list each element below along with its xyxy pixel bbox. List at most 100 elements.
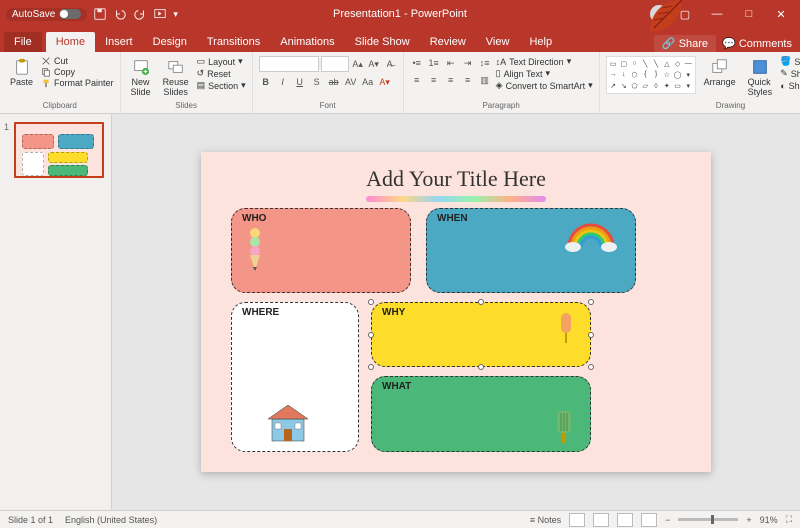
ribbon: Paste Cut Copy Format Painter Clipboard …	[0, 52, 800, 114]
shape-outline-button[interactable]: ✎ Shape Outline ▾	[780, 68, 800, 79]
tab-animations[interactable]: Animations	[270, 32, 344, 52]
card-what[interactable]: WHAT	[371, 376, 591, 452]
notes-button[interactable]: ≡ Notes	[530, 515, 561, 525]
qat-dropdown-icon[interactable]: ▾	[173, 9, 178, 20]
slide-sorter-view-button[interactable]	[593, 513, 609, 527]
tab-transitions[interactable]: Transitions	[197, 32, 270, 52]
zoom-in-button[interactable]: +	[746, 515, 751, 525]
bold-button[interactable]: B	[259, 75, 273, 89]
arrange-button[interactable]: Arrange	[700, 56, 740, 89]
format-painter-button[interactable]: Format Painter	[41, 78, 114, 88]
shapes-gallery[interactable]: ▭▢○╲╲△◇— →↓⬡{}☆◯▾ ↗↘⬠▱◊✦▭▾	[606, 56, 696, 94]
ribbon-tabs: File Home Insert Design Transitions Anim…	[0, 28, 800, 52]
zoom-slider[interactable]	[678, 518, 738, 521]
font-color-button[interactable]: A▾	[378, 75, 392, 89]
slide-canvas[interactable]: Add Your Title Here WHO WHEN	[112, 114, 800, 510]
shadow-button[interactable]: S	[310, 75, 324, 89]
undo-icon[interactable]	[113, 7, 127, 21]
slide-title[interactable]: Add Your Title Here	[201, 166, 711, 192]
shape-effects-button[interactable]: ◐ Shape Effects ▾	[780, 80, 800, 91]
tab-insert[interactable]: Insert	[95, 32, 143, 52]
change-case-button[interactable]: Aa	[361, 75, 375, 89]
strikethrough-button[interactable]: ab	[327, 75, 341, 89]
rainbow-icon	[563, 217, 619, 253]
title-underline-decoration	[366, 196, 546, 202]
card-when[interactable]: WHEN	[426, 208, 636, 293]
redo-icon[interactable]	[133, 7, 147, 21]
tab-slide-show[interactable]: Slide Show	[345, 32, 420, 52]
ribbon-group-drawing: ▭▢○╲╲△◇— →↓⬡{}☆◯▾ ↗↘⬠▱◊✦▭▾ Arrange Quick…	[600, 52, 800, 113]
workspace: 1 Add Your Title Here WHO WHEN	[0, 114, 800, 510]
convert-smartart-button[interactable]: ◈ Convert to SmartArt ▾	[496, 80, 593, 91]
popsicle-green-icon	[554, 409, 574, 445]
align-text-button[interactable]: ▯ Align Text ▾	[496, 68, 593, 79]
slideshow-icon[interactable]	[153, 7, 167, 21]
tab-review[interactable]: Review	[420, 32, 476, 52]
card-who-label: WHO	[242, 213, 266, 224]
cut-button[interactable]: Cut	[41, 56, 114, 66]
language-indicator[interactable]: English (United States)	[65, 515, 157, 525]
increase-font-icon[interactable]: A▴	[351, 57, 365, 71]
align-center-button[interactable]: ≡	[427, 73, 441, 87]
share-button[interactable]: 🔗 Share	[654, 35, 716, 52]
card-why[interactable]: WHY	[371, 302, 591, 367]
close-button[interactable]: ✕	[766, 0, 796, 28]
new-slide-button[interactable]: New Slide	[127, 56, 155, 99]
align-left-button[interactable]: ≡	[410, 73, 424, 87]
autosave-toggle[interactable]: AutoSave	[6, 8, 87, 21]
title-bar: AutoSave ▾ Presentation1 - PowerPoint A …	[0, 0, 800, 28]
comments-button[interactable]: 💬 Comments	[722, 37, 792, 50]
increase-indent-button[interactable]: ⇥	[461, 56, 475, 70]
section-button[interactable]: ▤ Section ▾	[197, 80, 246, 91]
clear-formatting-icon[interactable]: A̶	[383, 57, 397, 71]
italic-button[interactable]: I	[276, 75, 290, 89]
maximize-button[interactable]: □	[734, 0, 764, 28]
house-icon	[264, 403, 312, 443]
card-where[interactable]: WHERE	[231, 302, 359, 452]
user-avatar[interactable]: A	[650, 5, 668, 23]
align-right-button[interactable]: ≡	[444, 73, 458, 87]
char-spacing-button[interactable]: AV	[344, 75, 358, 89]
justify-button[interactable]: ≡	[461, 73, 475, 87]
tab-view[interactable]: View	[476, 32, 520, 52]
layout-button[interactable]: ▭ Layout ▾	[197, 56, 246, 67]
tab-help[interactable]: Help	[519, 32, 562, 52]
columns-button[interactable]: ▥	[478, 73, 492, 87]
group-label-paragraph: Paragraph	[410, 101, 593, 111]
slideshow-view-button[interactable]	[641, 513, 657, 527]
tab-home[interactable]: Home	[46, 32, 95, 52]
ribbon-group-paragraph: •≡ 1≡ ⇤ ⇥ ↕≡ ≡ ≡ ≡ ≡ ▥ ↕A Text Direction…	[404, 52, 600, 113]
thumb-number: 1	[4, 122, 9, 132]
ribbon-display-button[interactable]: ▢	[670, 0, 700, 28]
paste-button[interactable]: Paste	[6, 56, 37, 89]
font-family-select[interactable]	[259, 56, 319, 72]
reading-view-button[interactable]	[617, 513, 633, 527]
text-direction-button[interactable]: ↕A Text Direction ▾	[496, 56, 593, 67]
slide-counter[interactable]: Slide 1 of 1	[8, 515, 53, 525]
line-spacing-button[interactable]: ↕≡	[478, 56, 492, 70]
card-who[interactable]: WHO	[231, 208, 411, 293]
bullets-button[interactable]: •≡	[410, 56, 424, 70]
card-when-label: WHEN	[437, 213, 468, 224]
decrease-font-icon[interactable]: A▾	[367, 57, 381, 71]
shape-fill-button[interactable]: 🪣 Shape Fill ▾	[780, 56, 800, 67]
fit-to-window-button[interactable]: ⛶	[786, 514, 792, 525]
numbering-button[interactable]: 1≡	[427, 56, 441, 70]
tab-design[interactable]: Design	[143, 32, 197, 52]
quick-styles-button[interactable]: Quick Styles	[744, 56, 777, 99]
zoom-out-button[interactable]: −	[665, 515, 670, 525]
decrease-indent-button[interactable]: ⇤	[444, 56, 458, 70]
normal-view-button[interactable]	[569, 513, 585, 527]
slide-thumbnail-1[interactable]: 1	[6, 122, 105, 178]
copy-button[interactable]: Copy	[41, 67, 114, 77]
tab-file[interactable]: File	[4, 32, 42, 52]
slide-thumbnail-panel: 1	[0, 114, 112, 510]
minimize-button[interactable]: —	[702, 0, 732, 28]
reset-button[interactable]: ↺ Reset	[197, 68, 246, 79]
font-size-select[interactable]	[321, 56, 349, 72]
pencil-icon	[246, 227, 264, 277]
underline-button[interactable]: U	[293, 75, 307, 89]
reuse-slides-button[interactable]: Reuse Slides	[159, 56, 193, 99]
save-icon[interactable]	[93, 7, 107, 21]
zoom-percent[interactable]: 91%	[760, 515, 778, 525]
